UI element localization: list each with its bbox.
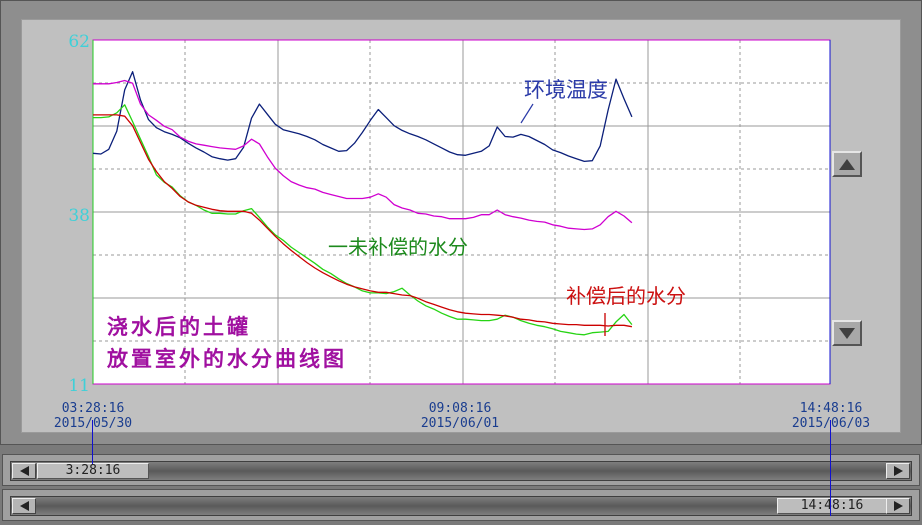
arrow-left-icon <box>19 501 29 511</box>
triangle-down-icon <box>839 327 855 339</box>
x-tick-label-start: 03:28:16 2015/05/30 <box>40 401 146 431</box>
y-tick-label: 38 <box>68 206 90 226</box>
x-tick-date: 2015/06/03 <box>791 416 871 431</box>
arrow-right-icon <box>893 501 903 511</box>
chart-title-line-1: 浇水后的土罐 <box>107 314 251 339</box>
start-time-scrollbar[interactable]: 3:28:16 <box>2 454 920 486</box>
compensated-annotation: 补偿后的水分 <box>566 284 686 308</box>
start-scroll-right-button[interactable] <box>886 463 910 479</box>
triangle-up-icon <box>839 158 855 170</box>
x-tick-date: 2015/06/01 <box>420 416 500 431</box>
scroll-up-button[interactable] <box>832 151 862 177</box>
uncompensated-annotation: 一未补偿的水分 <box>328 235 468 259</box>
start-cursor-line[interactable] <box>92 420 93 464</box>
trend-chart: 62 38 11 环境温度一未补偿的水分补偿后的水分浇水后的土罐放置室外的水分曲线图 <box>68 32 831 396</box>
end-scroll-right-button[interactable] <box>886 498 910 514</box>
x-tick-time: 03:28:16 <box>61 401 125 416</box>
end-scroll-thumb[interactable]: 14:48:16 <box>777 498 887 514</box>
end-scroll-left-button[interactable] <box>12 498 36 514</box>
start-scroll-left-button[interactable] <box>12 463 36 479</box>
x-tick-time: 14:48:16 <box>799 401 863 416</box>
x-tick-date: 2015/05/30 <box>53 416 133 431</box>
x-tick-label-middle: 09:08:16 2015/06/01 <box>407 401 513 431</box>
end-scroll-track[interactable]: 14:48:16 <box>10 496 912 516</box>
end-time-scrollbar[interactable]: 14:48:16 <box>2 489 920 521</box>
end-cursor-line[interactable] <box>830 420 831 516</box>
scroll-down-button[interactable] <box>832 320 862 346</box>
x-tick-time: 09:08:16 <box>428 401 492 416</box>
start-scroll-thumb[interactable]: 3:28:16 <box>37 463 149 479</box>
arrow-left-icon <box>19 466 29 476</box>
chart-title-line-2: 放置室外的水分曲线图 <box>106 346 347 371</box>
arrow-right-icon <box>893 466 903 476</box>
y-tick-label: 11 <box>68 376 90 396</box>
x-tick-label-end: 14:48:16 2015/06/03 <box>778 401 884 431</box>
temperature-annotation: 环境温度 <box>524 78 608 102</box>
y-tick-label: 62 <box>68 32 90 52</box>
start-scroll-track[interactable]: 3:28:16 <box>10 461 912 481</box>
